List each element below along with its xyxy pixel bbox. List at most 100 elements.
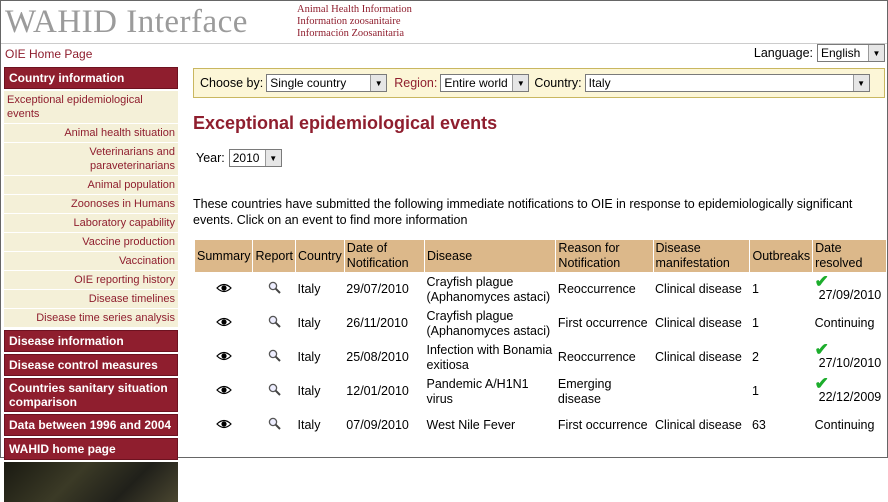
sidebar-item-zoonoses[interactable]: Zoonoses in Humans	[4, 195, 178, 214]
disease-cell[interactable]: West Nile Fever	[425, 409, 556, 443]
sidebar-item-disease-timelines[interactable]: Disease timelines	[4, 290, 178, 309]
table-row[interactable]: Italy 07/09/2010 West Nile Fever First occu…	[195, 409, 887, 443]
table-row[interactable]: Italy 12/01/2010 Pandemic A/H1N1 virus Emer…	[195, 375, 887, 409]
sidebar-item-vaccine-production[interactable]: Vaccine production	[4, 233, 178, 252]
sidebar-head-country-information[interactable]: Country information	[4, 67, 178, 89]
region-value: Entire world	[444, 76, 508, 90]
magnifier-icon[interactable]	[268, 281, 281, 298]
eye-icon[interactable]	[215, 384, 232, 399]
oie-home-link[interactable]: OIE Home Page	[5, 47, 92, 61]
date-resolved-cell: ✔ 27/10/2010	[813, 341, 887, 375]
country-select[interactable]: Italy ▼	[584, 74, 870, 92]
summary-cell	[195, 273, 253, 307]
magnifier-icon[interactable]	[268, 417, 281, 434]
date-resolved-cell: ✔ 22/12/2009	[813, 375, 887, 409]
country-label: Country:	[534, 76, 582, 90]
summary-cell	[195, 307, 253, 341]
summary-cell	[195, 409, 253, 443]
reason-cell: First occurrence	[557, 418, 648, 432]
outbreaks-cell: 1	[751, 384, 759, 398]
sidebar-item-reporting-history[interactable]: OIE reporting history	[4, 271, 178, 290]
date-resolved-cell: Continuing	[813, 307, 887, 341]
col-disease: Disease	[423, 239, 557, 273]
sidebar-item-exceptional-events[interactable]: Exceptional epidemiological events	[4, 91, 178, 124]
taglines: Animal Health Information Information zo…	[297, 4, 412, 40]
col-outbreaks: Outbreaks	[749, 239, 814, 273]
sidebar-head-wahid-home[interactable]: WAHID home page	[4, 438, 178, 460]
sidebar-head-disease-control[interactable]: Disease control measures	[4, 354, 178, 376]
chevron-down-icon[interactable]: ▼	[512, 75, 529, 91]
sidebar-item-vaccination[interactable]: Vaccination	[4, 252, 178, 271]
sidebar-item-time-series[interactable]: Disease time series analysis	[4, 309, 178, 328]
wahid-logo[interactable]: WAHID Interface	[5, 1, 248, 43]
manifestation-cell	[653, 375, 750, 409]
table-row[interactable]: Italy 26/11/2010 Crayfish plague (Aphanomy…	[195, 307, 887, 341]
language-select[interactable]: English ▼	[817, 44, 885, 62]
sidebar-item-animal-health-situation[interactable]: Animal health situation	[4, 124, 178, 143]
summary-cell	[195, 375, 253, 409]
chevron-down-icon[interactable]: ▼	[868, 45, 884, 61]
disease-cell[interactable]: Infection with Bonamia exitiosa	[425, 341, 556, 375]
language-label: Language:	[753, 46, 813, 60]
manifestation-cell: Clinical disease	[655, 282, 742, 297]
sidebar-item-animal-population[interactable]: Animal population	[4, 176, 178, 195]
choose-by-select[interactable]: Single country ▼	[266, 74, 388, 92]
country-cell: Italy	[297, 384, 321, 398]
sidebar-item-veterinarians[interactable]: Veterinarians and paraveterinarians	[4, 143, 178, 176]
disease-cell[interactable]: Crayfish plague (Aphanomyces astaci)	[425, 307, 556, 341]
sidebar-head-data-1996-2004[interactable]: Data between 1996 and 2004	[4, 414, 178, 436]
disease-cell[interactable]: Crayfish plague (Aphanomyces astaci)	[425, 273, 556, 307]
report-cell	[253, 375, 296, 409]
page-title: Exceptional epidemiological events	[193, 113, 498, 133]
chevron-down-icon[interactable]: ▼	[370, 75, 387, 91]
sidebar-photo	[4, 462, 178, 502]
col-date-notification: Date of Notification	[343, 239, 426, 273]
reason-cell: First occurrence	[557, 316, 648, 330]
year-select[interactable]: 2010 ▼	[228, 149, 282, 167]
date-notification-cell: 29/07/2010	[346, 282, 409, 297]
country-value: Italy	[588, 76, 611, 90]
report-cell	[253, 409, 296, 443]
reason-cell: Reoccurrence	[557, 350, 636, 364]
date-resolved-cell: ✔ 27/09/2010	[813, 273, 887, 307]
eye-icon[interactable]	[215, 282, 232, 297]
outbreaks-cell: 2	[751, 350, 759, 364]
outbreaks-cell: 63	[751, 418, 766, 432]
chooser-bar: Choose by: Single country ▼ Region: Enti…	[193, 68, 885, 98]
sub-bar: OIE Home Page Language: English ▼	[1, 43, 887, 64]
chevron-down-icon[interactable]: ▼	[264, 150, 281, 166]
magnifier-icon[interactable]	[268, 349, 281, 366]
disease-cell[interactable]: Pandemic A/H1N1 virus	[425, 375, 556, 409]
table-row[interactable]: Italy 29/07/2010 Crayfish plague (Aphanomy…	[195, 273, 887, 307]
magnifier-icon[interactable]	[268, 383, 281, 400]
country-cell: Italy	[297, 282, 321, 297]
manifestation-cell: Clinical disease	[655, 350, 742, 364]
table-header-row: Summary Report Country Date of Notificat…	[193, 239, 887, 273]
col-country: Country	[295, 239, 345, 273]
table-row[interactable]: Italy 25/08/2010 Infection with Bonamia ex…	[195, 341, 887, 375]
choose-by-value: Single country	[270, 76, 347, 90]
chevron-down-icon[interactable]: ▼	[852, 75, 869, 91]
manifestation-cell: Clinical disease	[655, 418, 742, 432]
country-cell: Italy	[297, 418, 321, 432]
date-resolved-value: Continuing	[814, 316, 875, 330]
date-resolved-value: 27/10/2010	[818, 356, 882, 370]
region-select[interactable]: Entire world ▼	[440, 74, 530, 92]
eye-icon[interactable]	[215, 350, 232, 365]
reason-cell: Emerging disease	[557, 376, 612, 406]
col-manifestation: Disease manifestation	[652, 239, 751, 273]
eye-icon[interactable]	[215, 316, 232, 331]
choose-by-label: Choose by:	[200, 76, 264, 90]
date-notification-cell: 12/01/2010	[346, 384, 409, 398]
country-cell: Italy	[297, 350, 321, 364]
reason-cell: Reoccurrence	[557, 282, 636, 297]
sidebar-item-laboratory-capability[interactable]: Laboratory capability	[4, 214, 178, 233]
report-cell	[253, 273, 296, 307]
sidebar-head-disease-information[interactable]: Disease information	[4, 330, 178, 352]
eye-icon[interactable]	[215, 418, 232, 433]
events-table: Summary Report Country Date of Notificat…	[193, 239, 887, 443]
magnifier-icon[interactable]	[268, 315, 281, 332]
outbreaks-cell: 1	[751, 316, 759, 330]
sidebar-head-sanitary-comparison[interactable]: Countries sanitary situation comparison	[4, 378, 178, 412]
language-value: English	[821, 46, 861, 60]
